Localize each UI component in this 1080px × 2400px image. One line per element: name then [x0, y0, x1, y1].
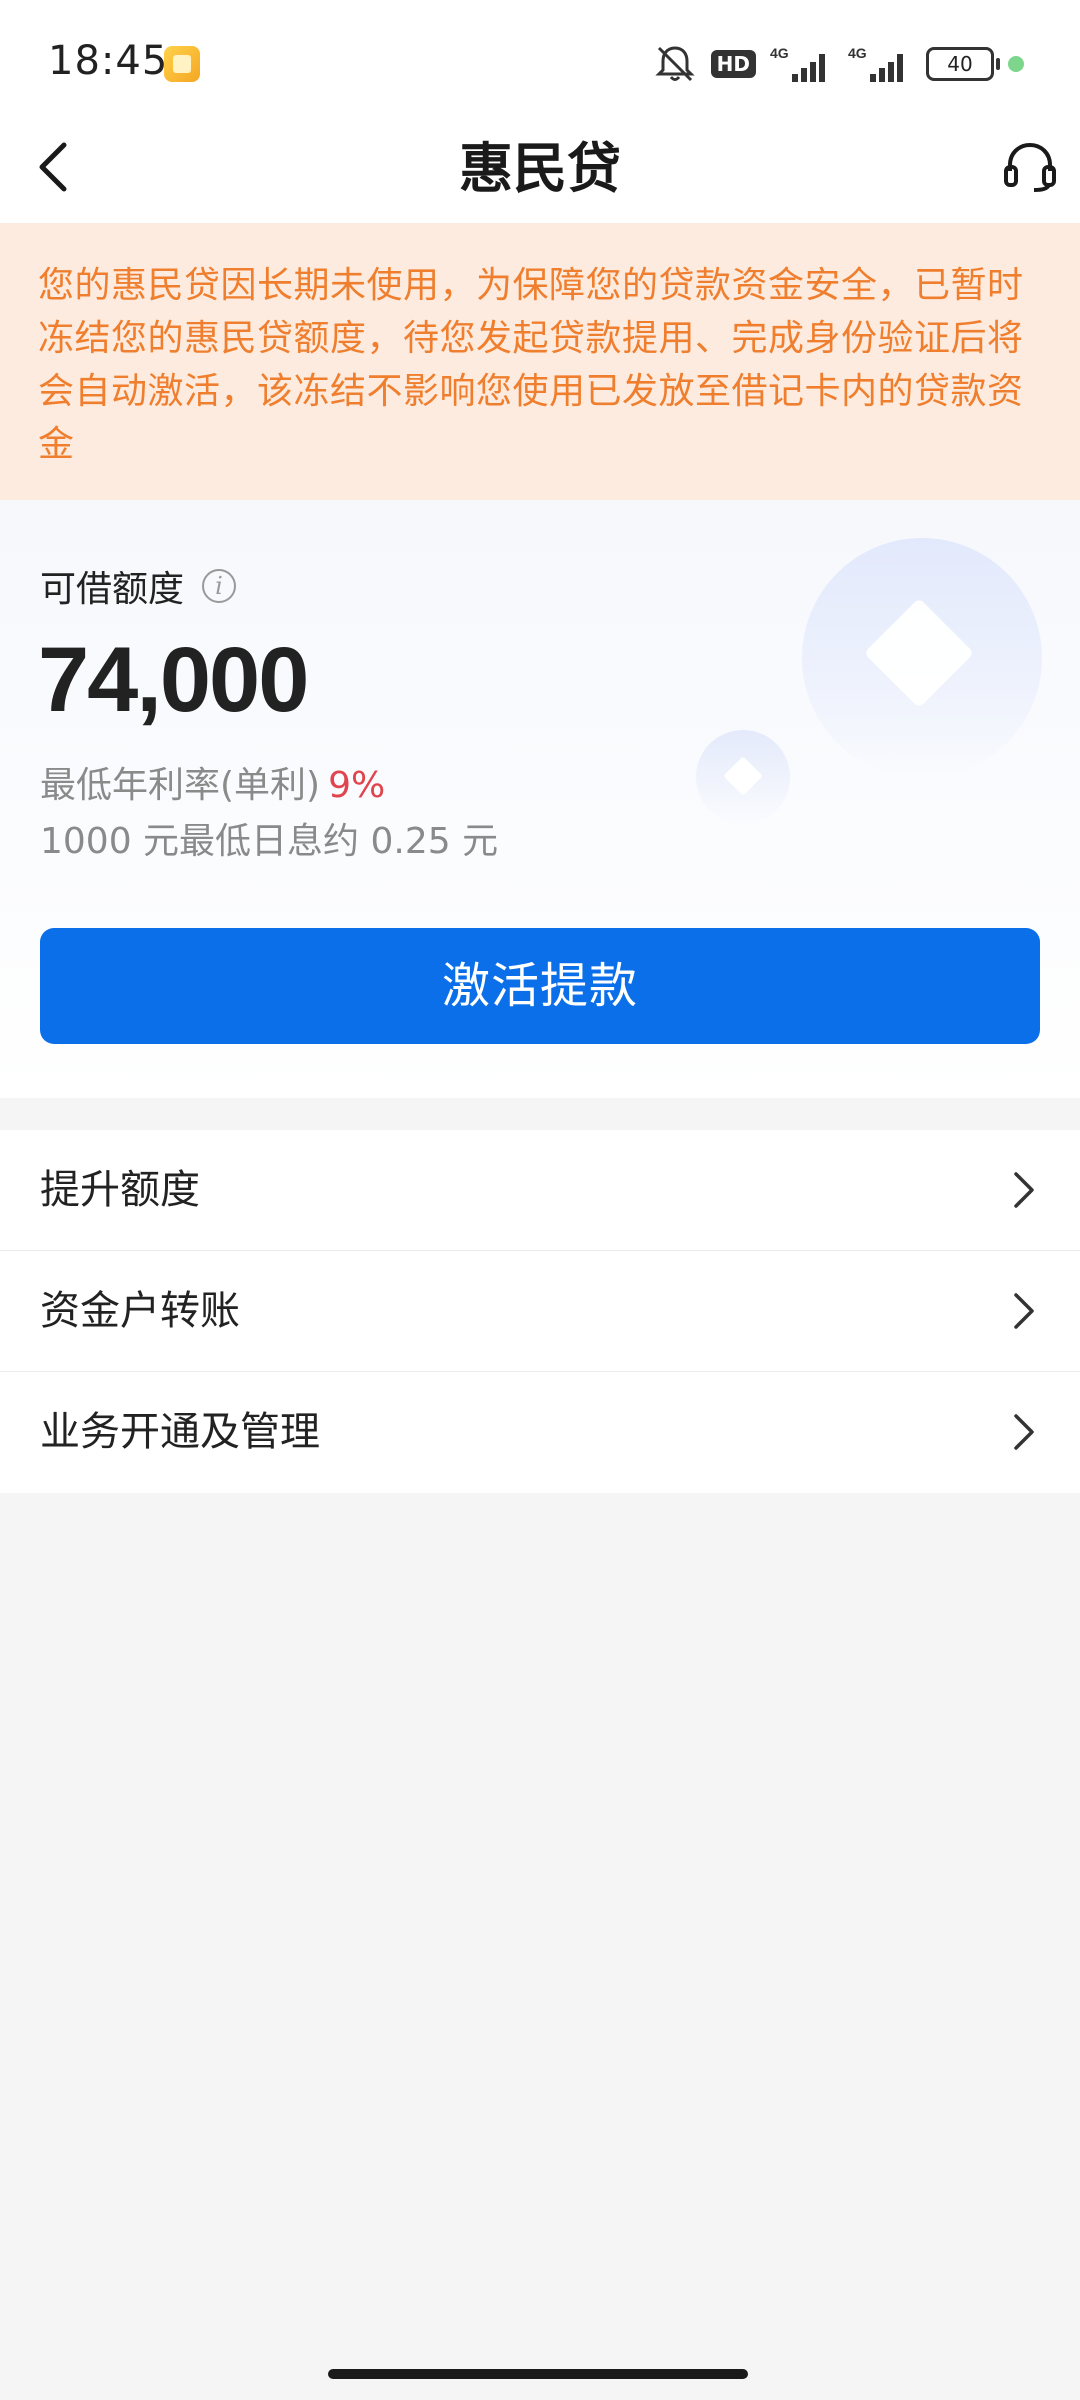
nav-bar: 惠民贷	[0, 115, 1080, 223]
credit-limit-card: 可借额度 i 74,000 最低年利率(单利) 9% 1000 元最低日息约 0.…	[0, 500, 1080, 1098]
menu-item-service-management[interactable]: 业务开通及管理	[0, 1372, 1080, 1493]
activate-withdraw-button[interactable]: 激活提款	[40, 928, 1040, 1044]
available-limit-amount: 74,000	[38, 629, 309, 731]
svg-text:4G: 4G	[848, 45, 867, 61]
hd-voice-badge: HD	[710, 50, 756, 78]
home-indicator[interactable]	[328, 2369, 748, 2379]
annual-rate-label: 最低年利率(单利)	[40, 765, 321, 806]
menu-item-label: 提升额度	[40, 1167, 200, 1213]
annual-rate-row: 最低年利率(单利) 9%	[40, 756, 385, 808]
signal-icon-2: 4G	[848, 44, 912, 84]
daily-interest-text: 1000 元最低日息约 0.25 元	[40, 821, 499, 862]
customer-service-button[interactable]	[994, 133, 1066, 205]
annual-rate-value: 9%	[328, 765, 386, 806]
svg-text:4G: 4G	[770, 45, 789, 61]
decorative-diamond-large	[802, 538, 1042, 778]
menu-item-raise-limit[interactable]: 提升额度	[0, 1130, 1080, 1251]
info-icon[interactable]: i	[202, 569, 237, 603]
freeze-notice-text: 您的惠民贷因长期未使用，为保障您的贷款资金安全，已暂时冻结您的惠民贷额度，待您发…	[38, 265, 1024, 465]
headset-icon	[1002, 141, 1058, 197]
chevron-right-icon	[1002, 1412, 1042, 1452]
menu-item-fund-transfer[interactable]: 资金户转账	[0, 1251, 1080, 1372]
status-bar: 18:45 HD 4G 4G 40	[0, 0, 1080, 115]
menu-item-label: 业务开通及管理	[40, 1409, 320, 1455]
status-time: 18:45	[48, 38, 169, 84]
decorative-diamond-small	[696, 730, 790, 824]
app-notification-icon	[164, 46, 200, 82]
page-title: 惠民贷	[459, 137, 621, 200]
menu-item-label: 资金户转账	[40, 1288, 240, 1334]
mute-icon	[653, 44, 697, 84]
battery-icon: 40	[926, 47, 1000, 81]
privacy-indicator-dot	[1008, 56, 1024, 72]
chevron-right-icon	[1002, 1170, 1042, 1210]
menu-list: 提升额度 资金户转账 业务开通及管理	[0, 1130, 1080, 1493]
signal-icon-1: 4G	[770, 44, 834, 84]
status-icons: HD 4G 4G 40	[653, 40, 1024, 88]
freeze-notice: 您的惠民贷因长期未使用，为保障您的贷款资金安全，已暂时冻结您的惠民贷额度，待您发…	[0, 223, 1080, 500]
available-limit-label: 可借额度	[40, 569, 185, 610]
limit-label-row: 可借额度 i	[40, 560, 237, 612]
chevron-right-icon	[1002, 1291, 1042, 1331]
